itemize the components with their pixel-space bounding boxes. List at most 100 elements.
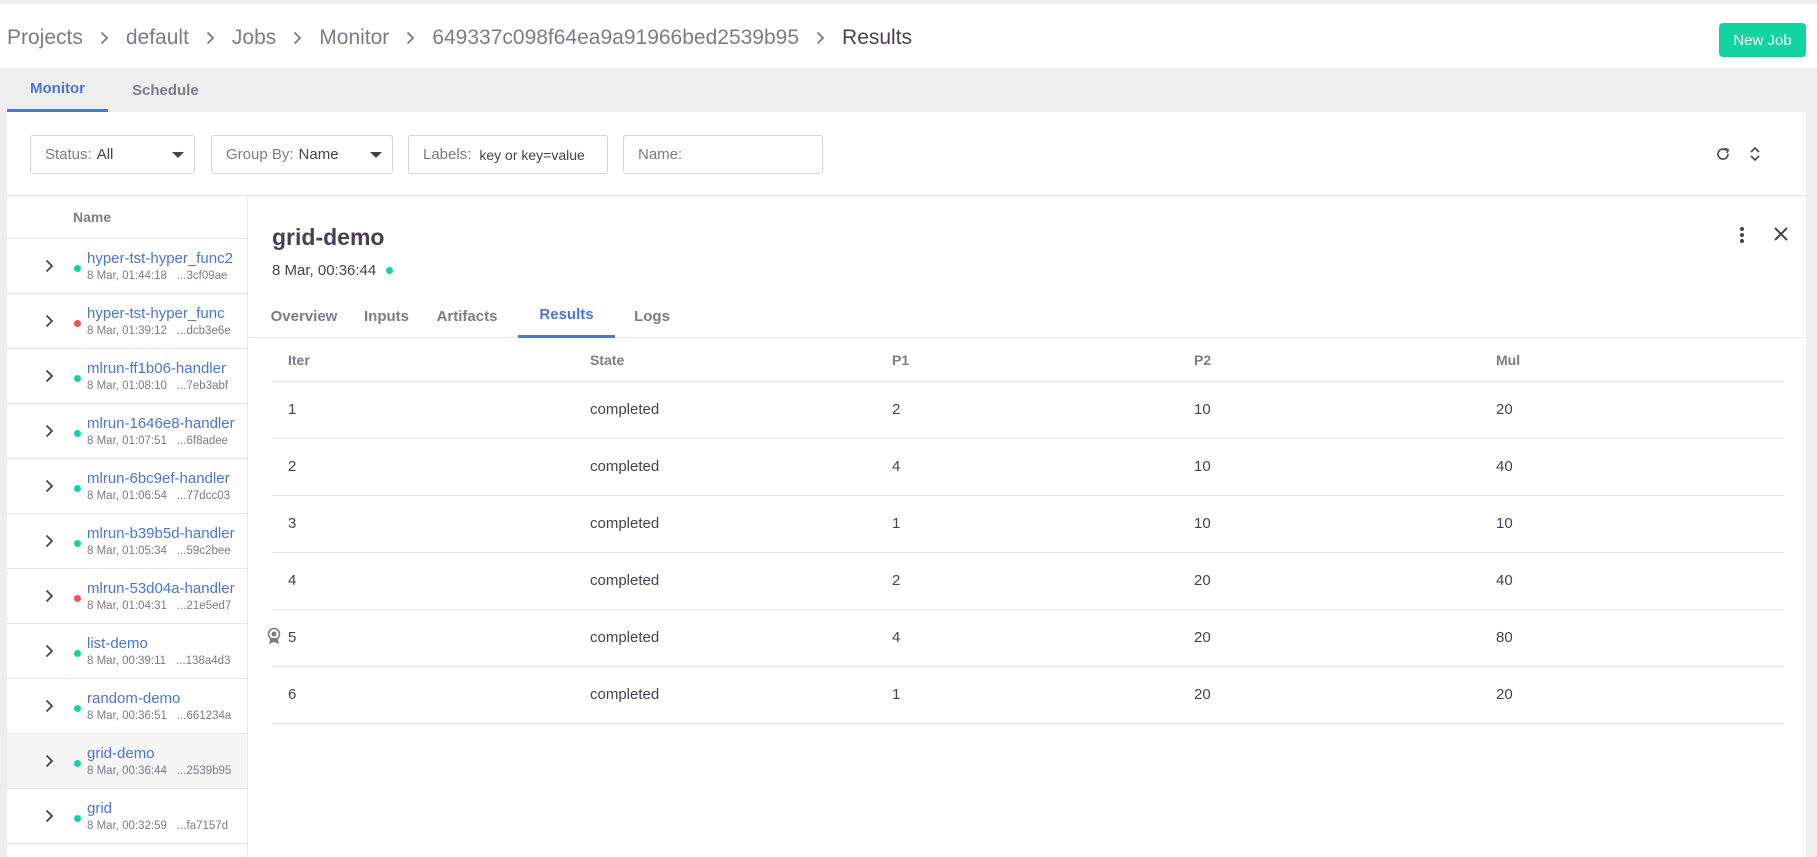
- job-date: 8 Mar, 01:39:12: [87, 325, 167, 337]
- chevron-right-icon[interactable]: [45, 644, 54, 663]
- name-column-header: Name: [73, 209, 112, 225]
- cell-p2: 20: [1194, 572, 1211, 589]
- main-panel: Status: All Group By: Name Labels: key o…: [7, 112, 1806, 857]
- cell-p1: 4: [892, 629, 901, 646]
- labels-filter[interactable]: Labels: key or key=value: [408, 135, 608, 174]
- cell-iter: 2: [288, 458, 297, 475]
- list-item[interactable]: hyper-tst-hyper_func2 8 Mar, 01:44:18 ...3…: [7, 239, 247, 294]
- list-item[interactable]: grid-demo 8 Mar, 00:36:44 ...2539b95: [7, 734, 247, 789]
- chevron-right-icon[interactable]: [45, 259, 54, 278]
- group-by-label: Group By:: [226, 146, 294, 163]
- list-item[interactable]: mlrun-ff1b06-handler 8 Mar, 01:08:10 ...7e…: [7, 349, 247, 404]
- breadcrumb-project[interactable]: default: [126, 26, 189, 50]
- job-name-link[interactable]: mlrun-6bc9ef-handler: [87, 470, 230, 487]
- list-item[interactable]: mlrun-53d04a-handler 8 Mar, 01:04:31 ...21…: [7, 569, 247, 624]
- cell-p1: 1: [892, 686, 901, 703]
- chevron-right-icon: [100, 31, 109, 45]
- tab-results[interactable]: Results: [518, 294, 615, 338]
- job-date: 8 Mar, 00:32:59: [87, 820, 167, 832]
- job-name-link[interactable]: mlrun-1646e8-handler: [87, 415, 235, 432]
- status-dot: [74, 760, 81, 767]
- cell-p2: 10: [1194, 458, 1211, 475]
- tab-artifacts[interactable]: Artifacts: [436, 294, 498, 338]
- job-uid: ...21e5ed7: [176, 600, 232, 612]
- list-item[interactable]: mlrun-1646e8-handler 8 Mar, 01:07:51 ...6f…: [7, 404, 247, 459]
- table-row: 5 completed 4 20 80: [267, 610, 1784, 667]
- expand-collapse-icon[interactable]: [1746, 145, 1764, 163]
- refresh-icon[interactable]: [1714, 145, 1732, 163]
- job-name-link[interactable]: mlrun-b39b5d-handler: [87, 525, 235, 542]
- list-item[interactable]: grid 8 Mar, 00:32:59 ...fa7157d: [7, 789, 247, 844]
- job-name-link[interactable]: grid: [87, 800, 112, 817]
- chevron-right-icon[interactable]: [45, 754, 54, 773]
- chevron-right-icon[interactable]: [45, 479, 54, 498]
- name-filter[interactable]: Name:: [623, 135, 823, 174]
- breadcrumb-jobs[interactable]: Jobs: [232, 26, 276, 50]
- job-meta: 8 Mar, 01:44:18 ...3cf09ae: [87, 270, 227, 282]
- tab-schedule[interactable]: Schedule: [108, 68, 223, 112]
- status-dot: [74, 485, 81, 492]
- status-filter-value: All: [96, 146, 114, 163]
- tab-overview[interactable]: Overview: [271, 294, 338, 338]
- chevron-right-icon[interactable]: [45, 314, 54, 333]
- job-name-link[interactable]: hyper-tst-hyper_func2: [87, 250, 233, 267]
- chevron-right-icon: [406, 31, 415, 45]
- status-dot: [74, 375, 81, 382]
- cell-mul: 80: [1496, 629, 1513, 646]
- new-job-button[interactable]: New Job: [1719, 23, 1806, 57]
- job-uid: ...77dcc03: [176, 490, 230, 502]
- job-uid: ...2539b95: [176, 765, 232, 777]
- breadcrumb-monitor[interactable]: Monitor: [319, 26, 389, 50]
- job-name-link[interactable]: mlrun-ff1b06-handler: [87, 360, 226, 377]
- cell-iter: 1: [288, 401, 297, 418]
- job-meta: 8 Mar, 01:39:12 ...dcb3e6e: [87, 325, 231, 337]
- column-iter: Iter: [288, 352, 310, 368]
- chevron-right-icon[interactable]: [45, 589, 54, 608]
- job-date: 8 Mar, 01:06:54: [87, 490, 167, 502]
- top-bar: Projects default Jobs Monitor 649337c098…: [0, 0, 1817, 68]
- job-name-link[interactable]: list-demo: [87, 635, 148, 652]
- list-item[interactable]: random-demo 8 Mar, 00:36:51 ...661234a: [7, 679, 247, 734]
- job-date: 8 Mar, 01:07:51: [87, 435, 167, 447]
- job-uid: ...138a4d3: [176, 655, 231, 667]
- list-item[interactable]: mlrun-6bc9ef-handler 8 Mar, 01:06:54 ...77…: [7, 459, 247, 514]
- job-date: 8 Mar, 00:36:44: [272, 262, 394, 279]
- status-dot: [74, 815, 81, 822]
- results-table-header: Iter State P1 P2 Mul: [272, 338, 1784, 382]
- chevron-right-icon[interactable]: [45, 424, 54, 443]
- job-name-link[interactable]: hyper-tst-hyper_func: [87, 305, 225, 322]
- list-item[interactable]: list-demo 8 Mar, 00:39:11 ...138a4d3: [7, 624, 247, 679]
- close-icon[interactable]: [1773, 226, 1789, 247]
- chevron-right-icon[interactable]: [45, 369, 54, 388]
- status-dot: [74, 650, 81, 657]
- group-by-filter[interactable]: Group By: Name: [211, 135, 393, 174]
- status-dot: [74, 595, 81, 602]
- chevron-right-icon: [816, 31, 825, 45]
- cell-p1: 2: [892, 572, 901, 589]
- list-item[interactable]: hyper-tst-hyper_func 8 Mar, 01:39:12 ...dc…: [7, 294, 247, 349]
- job-meta: 8 Mar, 01:04:31 ...21e5ed7: [87, 600, 231, 612]
- cell-p2: 20: [1194, 686, 1211, 703]
- job-meta: 8 Mar, 01:06:54 ...77dcc03: [87, 490, 230, 502]
- cell-mul: 40: [1496, 458, 1513, 475]
- chevron-right-icon[interactable]: [45, 809, 54, 828]
- job-name-link[interactable]: random-demo: [87, 690, 180, 707]
- chevron-right-icon[interactable]: [45, 534, 54, 553]
- job-name-link[interactable]: grid-demo: [87, 745, 155, 762]
- breadcrumb-job-id[interactable]: 649337c098f64ea9a91966bed2539b95: [432, 26, 799, 50]
- more-actions-icon[interactable]: [1739, 226, 1745, 249]
- tab-logs[interactable]: Logs: [632, 294, 672, 338]
- cell-iter: 5: [288, 629, 297, 646]
- caret-down-icon: [370, 152, 382, 158]
- list-item[interactable]: mlrun-b39b5d-handler 8 Mar, 01:05:34 ...59…: [7, 514, 247, 569]
- cell-p1: 2: [892, 401, 901, 418]
- cell-state: completed: [590, 515, 660, 532]
- tab-inputs[interactable]: Inputs: [364, 294, 409, 338]
- status-dot: [74, 430, 81, 437]
- breadcrumb-projects[interactable]: Projects: [7, 26, 83, 50]
- chevron-right-icon[interactable]: [45, 699, 54, 718]
- status-filter[interactable]: Status: All: [30, 135, 195, 174]
- tab-monitor[interactable]: Monitor: [7, 68, 108, 112]
- job-name-link[interactable]: mlrun-53d04a-handler: [87, 580, 235, 597]
- chevron-right-icon: [293, 31, 302, 45]
